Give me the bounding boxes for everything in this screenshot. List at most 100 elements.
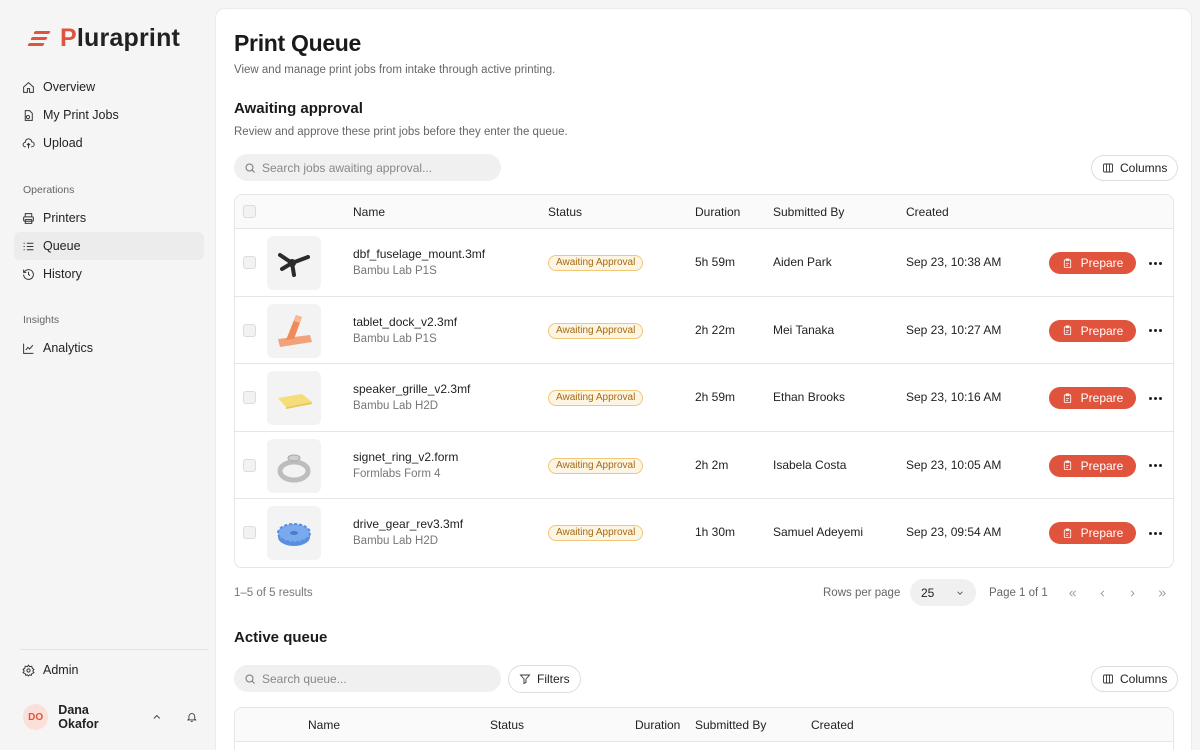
prepare-button[interactable]: Prepare: [1049, 454, 1136, 477]
main-panel: Print Queue View and manage print jobs f…: [215, 8, 1192, 750]
job-duration: 2h 22m: [695, 322, 736, 337]
col-name[interactable]: Name: [353, 205, 385, 219]
sidebar-item-upload[interactable]: Upload: [14, 129, 204, 157]
awaiting-table: Name Status Duration Submitted By Create…: [234, 194, 1174, 568]
prepare-button[interactable]: Prepare: [1049, 522, 1136, 544]
search-icon: [245, 674, 255, 684]
col-created[interactable]: Created: [811, 718, 854, 732]
chevron-left-icon: [1100, 589, 1104, 597]
brand-logo[interactable]: Pluraprint: [27, 24, 181, 53]
brand-name: Pluraprint: [60, 24, 181, 52]
col-created[interactable]: Created: [906, 205, 949, 219]
user-menu[interactable]: DO Dana Okafor: [23, 703, 198, 731]
prepare-label: Prepare: [1080, 256, 1124, 270]
job-file-name[interactable]: dbf_fuselage_mount.3mf: [353, 247, 485, 261]
job-file-name[interactable]: signet_ring_v2.form: [353, 450, 458, 464]
row-checkbox[interactable]: [243, 458, 256, 472]
chevron-up-icon[interactable]: [151, 711, 163, 723]
sidebar-item-overview[interactable]: Overview: [14, 73, 204, 101]
bell-icon[interactable]: [186, 711, 198, 723]
more-actions-icon[interactable]: [1147, 256, 1163, 270]
col-submitted-by[interactable]: Submitted By: [695, 718, 766, 732]
awaiting-section-subtitle: Review and approve these print jobs befo…: [234, 126, 568, 138]
model-thumbnail: [267, 438, 321, 493]
sidebar-item-analytics[interactable]: Analytics: [14, 334, 204, 362]
select-all-checkbox[interactable]: [243, 205, 256, 218]
active-table: Name Status Duration Submitted By Create…: [234, 707, 1174, 750]
active-search[interactable]: [234, 665, 501, 692]
sidebar-item-printers[interactable]: Printers: [14, 204, 204, 232]
job-submitter: Ethan Brooks: [773, 390, 846, 404]
job-file-name[interactable]: tablet_dock_v2.3mf: [353, 315, 457, 329]
active-search-input[interactable]: [262, 671, 482, 686]
more-actions-icon[interactable]: [1147, 391, 1163, 405]
job-duration: 1h 30m: [695, 525, 736, 539]
chevrons-left-icon: [1068, 589, 1076, 597]
drive-gear-model-icon: [277, 523, 311, 546]
job-printer: Bambu Lab P1S: [353, 265, 437, 277]
job-printer: Bambu Lab H2D: [353, 400, 439, 412]
sidebar: Pluraprint Overview My Print Jobs Upload…: [0, 0, 215, 750]
nav-operations: Operations Printers Queue History: [14, 180, 204, 288]
job-submitter: Isabela Costa: [773, 457, 847, 472]
more-actions-icon[interactable]: [1147, 459, 1163, 473]
job-name-cell: tablet_dock_v2.3mf Bambu Lab P1S: [353, 315, 457, 345]
awaiting-search[interactable]: [234, 154, 501, 181]
table-row[interactable]: tablet_dock_v2.3mf Bambu Lab P1S Awaitin…: [235, 297, 1173, 364]
col-duration[interactable]: Duration: [695, 205, 740, 219]
awaiting-search-input[interactable]: [262, 160, 482, 175]
row-checkbox[interactable]: [243, 323, 256, 337]
fuselage-mount-model-icon: [278, 253, 310, 277]
history-icon: [23, 268, 34, 280]
prepare-button[interactable]: Prepare: [1049, 387, 1136, 409]
job-file-name[interactable]: drive_gear_rev3.3mf: [353, 517, 463, 531]
prepare-button[interactable]: Prepare: [1049, 252, 1136, 274]
sidebar-item-history[interactable]: History: [14, 260, 204, 288]
sidebar-item-admin[interactable]: Admin: [14, 656, 204, 684]
first-page-button[interactable]: [1060, 581, 1084, 605]
more-actions-icon[interactable]: [1147, 526, 1163, 540]
job-file-name[interactable]: speaker_grille_v2.3mf: [353, 382, 470, 396]
clipboard-icon: [1063, 258, 1071, 268]
rows-per-page-value: 25: [921, 585, 935, 600]
job-duration: 5h 59m: [695, 255, 736, 269]
col-status[interactable]: Status: [490, 718, 524, 732]
sidebar-item-my-print-jobs[interactable]: My Print Jobs: [14, 101, 204, 129]
table-row[interactable]: speaker_grille_v2.3mf Bambu Lab H2D Awai…: [235, 364, 1173, 432]
row-checkbox[interactable]: [243, 526, 256, 539]
status-badge: Awaiting Approval: [548, 255, 644, 271]
prev-page-button[interactable]: [1090, 581, 1114, 605]
job-created: Sep 23, 09:54 AM: [906, 525, 1002, 539]
status-badge: Awaiting Approval: [548, 525, 644, 541]
active-columns-button[interactable]: Columns: [1091, 666, 1179, 692]
prepare-label: Prepare: [1080, 458, 1124, 473]
chevrons-right-icon: [1158, 589, 1166, 597]
nav-group-label-operations: Operations: [23, 184, 75, 196]
table-row[interactable]: signet_ring_v2.form Formlabs Form 4 Awai…: [235, 432, 1173, 499]
last-page-button[interactable]: [1150, 581, 1174, 605]
table-row[interactable]: dbf_fuselage_mount.3mf Bambu Lab P1S Awa…: [235, 229, 1173, 297]
prepare-button[interactable]: Prepare: [1049, 319, 1136, 342]
filters-button[interactable]: Filters: [508, 665, 581, 693]
job-created: Sep 23, 10:27 AM: [906, 322, 1002, 337]
rows-per-page-select[interactable]: 25: [910, 579, 976, 606]
clipboard-icon: [1063, 393, 1071, 403]
col-name[interactable]: Name: [308, 718, 340, 732]
sidebar-item-label: Overview: [43, 80, 96, 94]
col-duration[interactable]: Duration: [635, 718, 680, 732]
model-thumbnail: [267, 236, 321, 290]
more-actions-icon[interactable]: [1147, 324, 1163, 338]
col-status[interactable]: Status: [548, 205, 582, 219]
awaiting-columns-button[interactable]: Columns: [1091, 155, 1179, 181]
gear-icon: [22, 663, 35, 677]
job-printer: Formlabs Form 4: [353, 467, 441, 480]
row-checkbox[interactable]: [243, 256, 256, 269]
table-row[interactable]: drive_gear_rev3.3mf Bambu Lab H2D Awaiti…: [235, 499, 1173, 567]
chevron-right-icon: [1130, 589, 1134, 597]
next-page-button[interactable]: [1120, 581, 1144, 605]
col-submitted-by[interactable]: Submitted By: [773, 205, 844, 219]
nav-admin: Admin: [14, 656, 204, 684]
row-checkbox[interactable]: [243, 391, 256, 404]
clipboard-icon: [1063, 325, 1071, 336]
sidebar-item-queue[interactable]: Queue: [14, 232, 204, 260]
